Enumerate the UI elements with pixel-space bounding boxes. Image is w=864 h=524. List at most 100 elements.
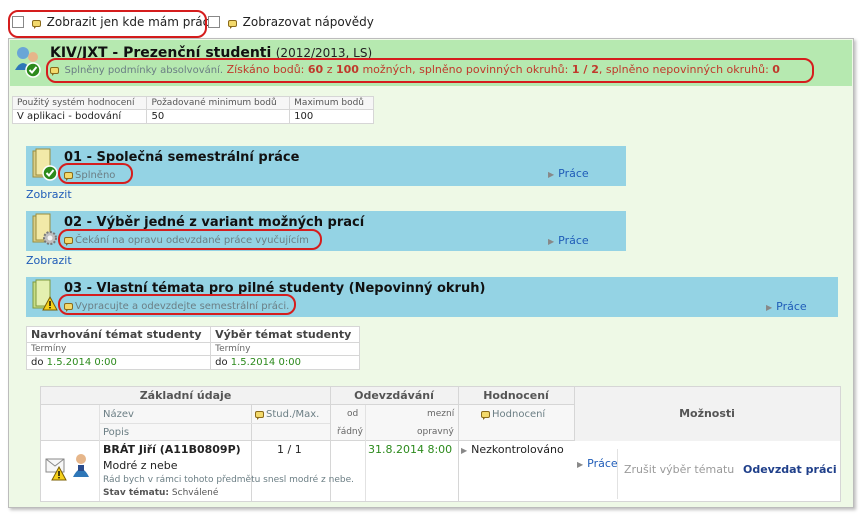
section-02-show-link[interactable]: Zobrazit bbox=[26, 254, 72, 267]
section-02-work-link[interactable]: ▶ Práce bbox=[548, 234, 589, 247]
stud-max-header: Stud./Max. bbox=[266, 409, 320, 420]
course-status-note: Splněny podmínky absolvování. bbox=[64, 65, 224, 76]
course-title-row: KIV/JXT - Prezenční studenti (2012/2013,… bbox=[50, 45, 372, 61]
topics-deadlines-label: Termíny bbox=[25, 342, 212, 356]
help-bubble-icon bbox=[64, 172, 73, 181]
points-label: Získáno bodů: bbox=[226, 63, 305, 76]
name-column-header: Název bbox=[103, 409, 134, 420]
deadline-prefix: do bbox=[31, 357, 44, 368]
arrow-right-icon: ▶ bbox=[577, 460, 584, 469]
section-01-status: Splněno bbox=[64, 168, 115, 181]
mandatory-label: možných, splněno povinných okruhů: bbox=[362, 63, 569, 76]
student-name: BRÁT Jiří (A11B0809P) bbox=[103, 443, 241, 456]
rating-header: Maximum bodů bbox=[289, 96, 374, 110]
topics-proposal-header: Navrhování témat studenty bbox=[25, 326, 212, 343]
arrow-right-icon: ▶ bbox=[548, 170, 555, 179]
rating-header: Použitý systém hodnocení bbox=[11, 96, 148, 110]
regular-header: řádný bbox=[337, 427, 363, 437]
section-01-status-text: Splněno bbox=[75, 170, 116, 181]
help-bubble-icon bbox=[227, 20, 237, 29]
limit-header: mezní bbox=[427, 409, 455, 419]
evaluation-column-header: Hodnocení bbox=[492, 409, 546, 420]
deadline-prefix: do bbox=[215, 357, 228, 368]
section-02-status: Čekání na opravu odevzdané práce vyučují… bbox=[64, 233, 309, 246]
cancel-topic-button[interactable]: Zrušit výběr tématu bbox=[624, 463, 734, 476]
arrow-right-icon: ▶ bbox=[548, 237, 555, 246]
section-03-status: Vypracujte a odevzdejte semestrální prác… bbox=[64, 299, 289, 312]
help-bubble-icon bbox=[64, 303, 73, 312]
row-work-label: Práce bbox=[587, 457, 618, 470]
help-bubble-icon bbox=[50, 67, 59, 76]
envelope-user-icon bbox=[45, 453, 93, 481]
proposal-deadline: do 1.5.2014 0:00 bbox=[25, 355, 212, 370]
folder-ok-icon bbox=[32, 148, 58, 182]
evaluation-status: Nezkontrolováno bbox=[471, 443, 564, 456]
folder-warning-icon bbox=[32, 279, 58, 313]
rating-max: 100 bbox=[289, 109, 374, 124]
section-03-title: 03 - Vlastní témata pro pilné studenty (… bbox=[64, 281, 486, 296]
help-bubble-icon bbox=[31, 20, 41, 29]
section-03-work-label: Práce bbox=[776, 300, 807, 313]
topics-selection-header: Výběr témat studenty bbox=[210, 326, 360, 343]
show-help-label: Zobrazovat nápovědy bbox=[242, 15, 374, 29]
deadline-value: 31.8.2014 8:00 bbox=[368, 443, 453, 456]
topic-description: Rád bych v rámci tohoto předmětu snesl m… bbox=[103, 475, 354, 485]
points-of: z bbox=[326, 63, 333, 76]
arrow-right-icon: ▶ bbox=[461, 446, 468, 455]
help-bubble-icon bbox=[64, 237, 73, 246]
options-header: Možnosti bbox=[679, 407, 735, 420]
from-header: od bbox=[347, 409, 359, 419]
section-03-status-text: Vypracujte a odevzdejte semestrální prác… bbox=[75, 301, 290, 312]
evaluation-header: Hodnocení bbox=[483, 389, 549, 402]
section-02-status-text: Čekání na opravu odevzdané práce vyučují… bbox=[75, 235, 309, 246]
section-02-title: 02 - Výběr jedné z variant možných prací bbox=[64, 215, 365, 230]
fix-header: opravný bbox=[417, 427, 454, 437]
rating-system: V aplikaci - bodování bbox=[11, 109, 148, 124]
points-got: 60 bbox=[307, 63, 324, 76]
topic-state-value: Schválené bbox=[171, 488, 219, 498]
rating-header: Požadované minimum bodů bbox=[146, 96, 291, 110]
deadline-date: 1.5.2014 0:00 bbox=[230, 357, 301, 368]
mandatory-count: 1 / 2 bbox=[571, 63, 599, 76]
row-work-link[interactable]: ▶ Práce bbox=[577, 457, 618, 470]
course-period: (2012/2013, LS) bbox=[275, 46, 373, 60]
show-link-label: Zobrazit bbox=[26, 188, 72, 201]
only-my-work-label: Zobrazit jen kde mám práci bbox=[46, 15, 213, 29]
submission-header: Odevzdávání bbox=[354, 389, 434, 402]
help-bubble-icon bbox=[481, 411, 490, 420]
section-01-work-label: Práce bbox=[558, 167, 589, 180]
basic-info-header: Základní údaje bbox=[139, 389, 232, 402]
section-01-work-link[interactable]: ▶ Práce bbox=[548, 167, 589, 180]
work-table: Základní údaje Odevzdávání Hodnocení Mož… bbox=[40, 386, 841, 502]
topic-title: Modré z nebe bbox=[103, 459, 178, 472]
course-status: Splněny podmínky absolvování. Získáno bo… bbox=[50, 63, 780, 76]
show-link-label: Zobrazit bbox=[26, 254, 72, 267]
section-01-title: 01 - Společná semestrální práce bbox=[64, 150, 300, 165]
show-help-checkbox[interactable] bbox=[208, 16, 220, 28]
description-column-header: Popis bbox=[103, 427, 130, 438]
topics-deadlines-label: Termíny bbox=[210, 342, 360, 356]
submit-work-button[interactable]: Odevzdat práci bbox=[743, 463, 837, 476]
stud-max-value: 1 / 1 bbox=[277, 443, 302, 456]
selection-deadline: do 1.5.2014 0:00 bbox=[210, 355, 360, 370]
arrow-right-icon: ▶ bbox=[766, 303, 773, 312]
evaluation-value: ▶ Nezkontrolováno bbox=[461, 443, 564, 456]
topics-table: Navrhování témat studenty Výběr témat st… bbox=[25, 326, 360, 370]
help-bubble-icon bbox=[255, 411, 264, 420]
optional-count: 0 bbox=[772, 63, 780, 76]
course-title: KIV/JXT - Prezenční studenti bbox=[50, 45, 272, 61]
section-01-show-link[interactable]: Zobrazit bbox=[26, 188, 72, 201]
section-02-work-label: Práce bbox=[558, 234, 589, 247]
only-my-work-checkbox[interactable] bbox=[12, 16, 24, 28]
rating-table: Použitý systém hodnocení Požadované mini… bbox=[11, 96, 374, 124]
topic-state: Stav tématu: Schválené bbox=[103, 488, 218, 498]
points-max: 100 bbox=[335, 63, 359, 76]
show-help-toggle[interactable]: Zobrazovat nápovědy bbox=[208, 15, 374, 29]
rating-min: 50 bbox=[146, 109, 291, 124]
only-my-work-toggle[interactable]: Zobrazit jen kde mám práci bbox=[12, 15, 213, 29]
users-ok-icon bbox=[14, 44, 42, 80]
optional-label: , splněno nepovinných okruhů: bbox=[598, 63, 769, 76]
deadline-date: 1.5.2014 0:00 bbox=[46, 357, 117, 368]
folder-gear-icon bbox=[32, 213, 58, 247]
section-03-work-link[interactable]: ▶ Práce bbox=[766, 300, 807, 313]
